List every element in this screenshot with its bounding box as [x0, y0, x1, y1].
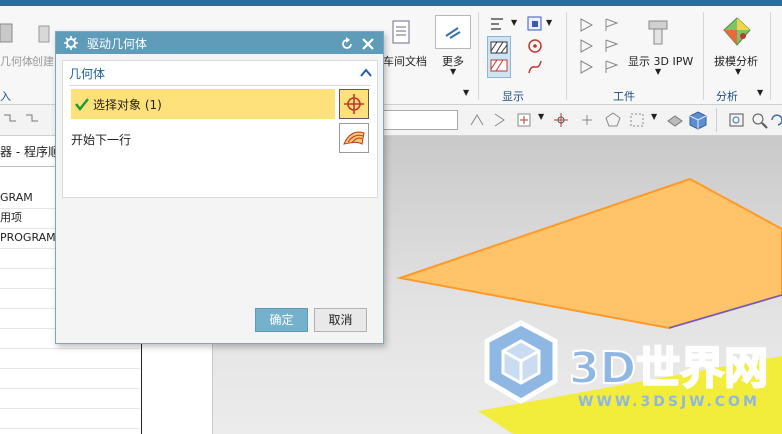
- snap-move-icon[interactable]: [578, 111, 598, 129]
- ipw-dropdown-icon[interactable]: ▼: [655, 67, 661, 76]
- arrow-select-icon[interactable]: [492, 111, 512, 129]
- nav-row-label: 用项: [0, 211, 22, 224]
- navigator-header: 器 - 程序顺: [0, 145, 60, 159]
- point-dropdown-icon[interactable]: ▼: [538, 112, 544, 121]
- start-next-row-label: 开始下一行: [71, 133, 132, 147]
- shop-doc-label[interactable]: 车间文档: [383, 53, 427, 69]
- workpiece-group-label: 工件: [613, 90, 635, 103]
- rect-select-icon[interactable]: [628, 111, 648, 129]
- display-dropdown-icon[interactable]: ▼: [511, 18, 517, 27]
- ribbon-create-label[interactable]: 创建: [32, 53, 54, 69]
- ribbon-separator: [566, 12, 567, 100]
- display-group-label: 显示: [502, 90, 524, 103]
- table-row[interactable]: [0, 388, 140, 409]
- section-header[interactable]: 几何体: [63, 61, 377, 85]
- more-dropdown-icon[interactable]: ▼: [450, 67, 456, 76]
- shop-doc-icon[interactable]: [388, 19, 414, 47]
- table-row[interactable]: [0, 408, 140, 429]
- rotate-view-icon[interactable]: [770, 111, 782, 129]
- target-icon[interactable]: [526, 37, 544, 55]
- geometry-section: 几何体 选择对象 (1) 开始下一行: [62, 60, 378, 198]
- display-window-icon[interactable]: [526, 15, 544, 33]
- close-icon[interactable]: [361, 37, 375, 51]
- checkmark-icon: [75, 98, 89, 111]
- collapse-chevron-icon[interactable]: [360, 68, 372, 78]
- table-row[interactable]: [0, 348, 140, 369]
- zoom-icon[interactable]: [750, 111, 770, 129]
- filter-icons[interactable]: [2, 112, 46, 128]
- reset-icon[interactable]: [340, 37, 354, 51]
- draft-analysis-icon[interactable]: [721, 16, 753, 48]
- select-object-row[interactable]: 选择对象 (1): [71, 89, 335, 119]
- hatch-icons: [490, 41, 508, 72]
- geometry-icon[interactable]: [0, 20, 14, 46]
- drive-geometry-dialog: 驱动几何体 几何体 选择对象 (1) 开始下一行 确定 取消: [55, 31, 384, 344]
- start-next-row-button[interactable]: [339, 123, 369, 153]
- workpiece-arrow-icons[interactable]: [578, 16, 598, 76]
- curve-icon[interactable]: [526, 58, 544, 76]
- nav-row-label: GRAM: [0, 191, 33, 204]
- display-window-dropdown-icon[interactable]: ▼: [546, 18, 552, 27]
- watermark-brand: 3D世界网: [568, 342, 769, 395]
- fit-view-icon[interactable]: [727, 111, 747, 129]
- ok-button[interactable]: 确定: [255, 308, 308, 332]
- ribbon-left-group-label: 入: [0, 90, 11, 103]
- toolbar-separator: [716, 108, 717, 132]
- display-option-icon[interactable]: [489, 16, 507, 32]
- table-row[interactable]: [0, 368, 140, 389]
- crosshair-icon: [344, 94, 364, 114]
- ribbon-separator: [478, 12, 479, 100]
- section-title: 几何体: [69, 67, 106, 81]
- nav-row-label: PROGRAM: [0, 231, 56, 244]
- ribbon-geometry-label[interactable]: 几何体: [0, 53, 33, 69]
- create-icon[interactable]: [36, 20, 56, 46]
- snap-icon[interactable]: [468, 111, 488, 129]
- cancel-button[interactable]: 取消: [314, 308, 367, 332]
- shaded-icon[interactable]: [665, 111, 685, 129]
- ribbon-separator: [703, 12, 704, 100]
- ribbon-separator: [770, 12, 771, 100]
- select-object-label: 选择对象 (1): [93, 98, 162, 112]
- selection-filter-combo[interactable]: [382, 110, 458, 130]
- point-select-icon[interactable]: [515, 111, 535, 129]
- polygon-select-icon[interactable]: [604, 111, 624, 129]
- rect-dropdown-icon[interactable]: ▼: [651, 112, 657, 121]
- more-button[interactable]: [435, 15, 471, 49]
- watermark-cube-icon: [484, 320, 558, 404]
- ribbon-overflow-icon[interactable]: ▼: [757, 88, 763, 97]
- workpiece-flag-icons[interactable]: [603, 16, 623, 76]
- dialog-title-bar[interactable]: 驱动几何体: [56, 32, 383, 54]
- dialog-title: 驱动几何体: [87, 37, 148, 51]
- draft-dropdown-icon[interactable]: ▼: [735, 67, 741, 76]
- ribbon-overflow-icon[interactable]: ▼: [463, 88, 469, 97]
- select-object-button[interactable]: [339, 89, 369, 119]
- watermark-url: WWW.3DSJW.COM: [578, 394, 760, 410]
- blank-plate[interactable]: [396, 177, 782, 330]
- cube-view-icon[interactable]: [688, 110, 708, 130]
- surface-icon: [343, 131, 365, 145]
- analysis-group-label: 分析: [716, 90, 738, 103]
- gear-icon: [64, 36, 78, 50]
- ribbon-tab-strip: [0, 0, 782, 6]
- ipw-icon[interactable]: [645, 18, 673, 48]
- section-divider: [69, 85, 371, 86]
- snap-point-icon[interactable]: [552, 111, 572, 129]
- more-icon: [445, 27, 461, 39]
- display-toggle-group[interactable]: [487, 36, 511, 78]
